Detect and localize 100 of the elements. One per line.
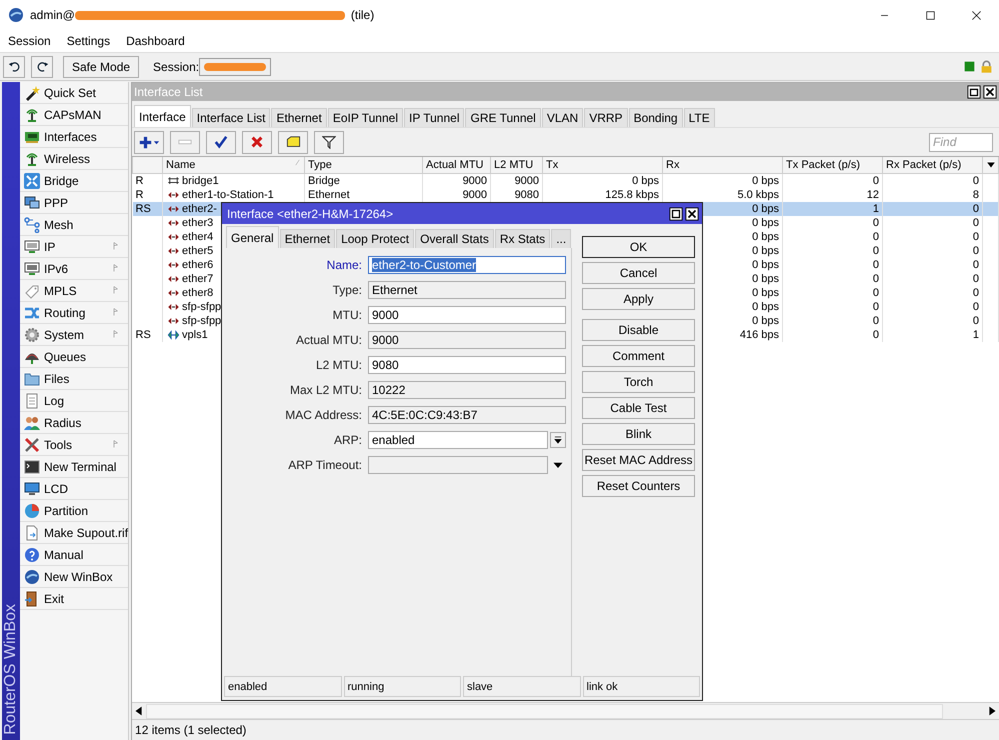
table-row[interactable]: R bridge1 Bridge 9000 9000 0 bps 0 bps 0 0 [132, 174, 999, 188]
sidebar-item[interactable]: IPv6 [20, 258, 128, 280]
sidebar-item[interactable]: New Terminal [20, 456, 128, 478]
sidebar-item[interactable]: System [20, 324, 128, 346]
sidebar-item[interactable]: Tools [20, 434, 128, 456]
close-icon [983, 85, 998, 99]
window-title: Interface List [134, 85, 203, 99]
sidebar-item[interactable]: Files [20, 368, 128, 390]
tab[interactable]: IP Tunnel [404, 108, 464, 127]
dialog-button[interactable]: OK [582, 236, 695, 258]
table-cell: 0 [882, 216, 983, 230]
tab[interactable]: Ethernet [280, 229, 336, 248]
table-cell: 0 [782, 286, 883, 300]
dialog-button[interactable]: Apply [582, 288, 695, 310]
redo-button[interactable] [31, 56, 53, 78]
safe-mode-button[interactable]: Safe Mode [63, 56, 140, 78]
table-cell: 0 [782, 244, 883, 258]
add-button[interactable] [134, 130, 164, 154]
folder-icon [24, 370, 40, 386]
interface-name: ether7 [182, 273, 214, 285]
antenna-icon [24, 106, 40, 122]
dialog-button[interactable]: Blink [582, 423, 695, 445]
status-cell: link ok [582, 676, 700, 697]
find-field[interactable]: Find [929, 132, 994, 152]
sidebar-item[interactable]: Quick Set [20, 82, 128, 104]
sidebar-item[interactable]: Radius [20, 412, 128, 434]
column-header[interactable]: Actual MTU [422, 157, 491, 174]
dialog-button[interactable]: Reset Counters [582, 475, 695, 497]
tab[interactable]: VRRP [584, 108, 628, 127]
dropdown-button[interactable] [550, 432, 566, 448]
combo-field[interactable] [368, 456, 548, 474]
sidebar-item[interactable]: Partition [20, 500, 128, 522]
horizontal-scrollbar[interactable] [132, 702, 999, 719]
sidebar-item[interactable]: New WinBox [20, 566, 128, 588]
input-field[interactable]: 9080 [368, 356, 566, 374]
column-header[interactable]: L2 MTU [490, 157, 543, 174]
input-field[interactable]: ether2-to-Customer [368, 256, 566, 274]
sidebar-item[interactable]: Exit [20, 588, 128, 610]
sidebar-item[interactable]: LCD [20, 478, 128, 500]
tab[interactable]: Interface [134, 105, 191, 127]
status-square-icon [964, 61, 975, 72]
table-cell: Bridge [304, 174, 423, 188]
sidebar-item[interactable]: Bridge [20, 170, 128, 192]
column-header[interactable]: Rx Packet (p/s) [882, 157, 983, 174]
tab[interactable]: General [226, 226, 279, 248]
column-header[interactable]: Tx Packet (p/s) [782, 157, 883, 174]
enable-button[interactable] [206, 130, 236, 154]
column-header[interactable]: Tx [542, 157, 663, 174]
menu-item[interactable]: Dashboard [118, 34, 193, 48]
column-header[interactable]: Type [304, 157, 423, 174]
tab[interactable]: Bonding [628, 108, 683, 127]
field-label: Max L2 MTU: [288, 383, 363, 397]
tab[interactable]: Overall Stats [415, 229, 494, 248]
dropdown-field[interactable]: enabled [368, 431, 548, 449]
sidebar-item[interactable]: Mesh [20, 214, 128, 236]
sidebar-item[interactable]: Log [20, 390, 128, 412]
sidebar-item[interactable]: Wireless [20, 148, 128, 170]
people-icon [24, 414, 40, 430]
column-header[interactable]: Name [162, 157, 305, 174]
tab[interactable]: Loop Protect [336, 229, 414, 248]
session-field[interactable] [199, 58, 272, 76]
tab[interactable]: Rx Stats [494, 229, 550, 248]
tab[interactable]: ... [551, 229, 572, 248]
dialog-button[interactable]: Comment [582, 345, 695, 367]
tab[interactable]: Ethernet [271, 108, 327, 127]
field-label: ARP: [332, 433, 363, 447]
sidebar-item[interactable]: CAPsMAN [20, 104, 128, 126]
menu-item[interactable]: Settings [58, 34, 118, 48]
filter-button[interactable] [314, 130, 344, 154]
sidebar-item[interactable]: IP [20, 236, 128, 258]
submenu-flag-icon [112, 263, 120, 273]
sidebar-item[interactable]: Interfaces [20, 126, 128, 148]
dialog-button[interactable]: Cable Test [582, 397, 695, 419]
table-cell: 0 [882, 286, 983, 300]
sidebar-item[interactable]: Make Supout.rif [20, 522, 128, 544]
tab[interactable]: EoIP Tunnel [328, 108, 403, 127]
menu-item[interactable]: Session [0, 34, 59, 48]
column-header[interactable]: Rx [662, 157, 783, 174]
sidebar-item[interactable]: Queues [20, 346, 128, 368]
dialog-button[interactable]: Disable [582, 319, 695, 341]
tab[interactable]: LTE [684, 108, 715, 127]
dialog-button[interactable]: Cancel [582, 262, 695, 284]
tab[interactable]: GRE Tunnel [465, 108, 541, 127]
sidebar-item[interactable]: PPP [20, 192, 128, 214]
tab[interactable]: VLAN [542, 108, 584, 127]
dialog-button[interactable]: Reset MAC Address [582, 449, 695, 471]
comment-button[interactable] [278, 130, 308, 154]
dialog-button[interactable]: Torch [582, 371, 695, 393]
ethernet-icon [166, 245, 182, 257]
disable-button[interactable] [242, 130, 272, 154]
sidebar-item[interactable]: Manual [20, 544, 128, 566]
vpls-icon [166, 329, 182, 341]
tab[interactable]: Interface List [192, 108, 270, 127]
bridge-icon [166, 175, 182, 187]
undo-button[interactable] [3, 56, 25, 78]
sidebar-item[interactable]: Routing [20, 302, 128, 324]
redo-icon [36, 60, 48, 73]
input-field[interactable]: 9000 [368, 306, 566, 324]
readonly-field: Ethernet [368, 281, 566, 299]
sidebar-item[interactable]: MPLS [20, 280, 128, 302]
